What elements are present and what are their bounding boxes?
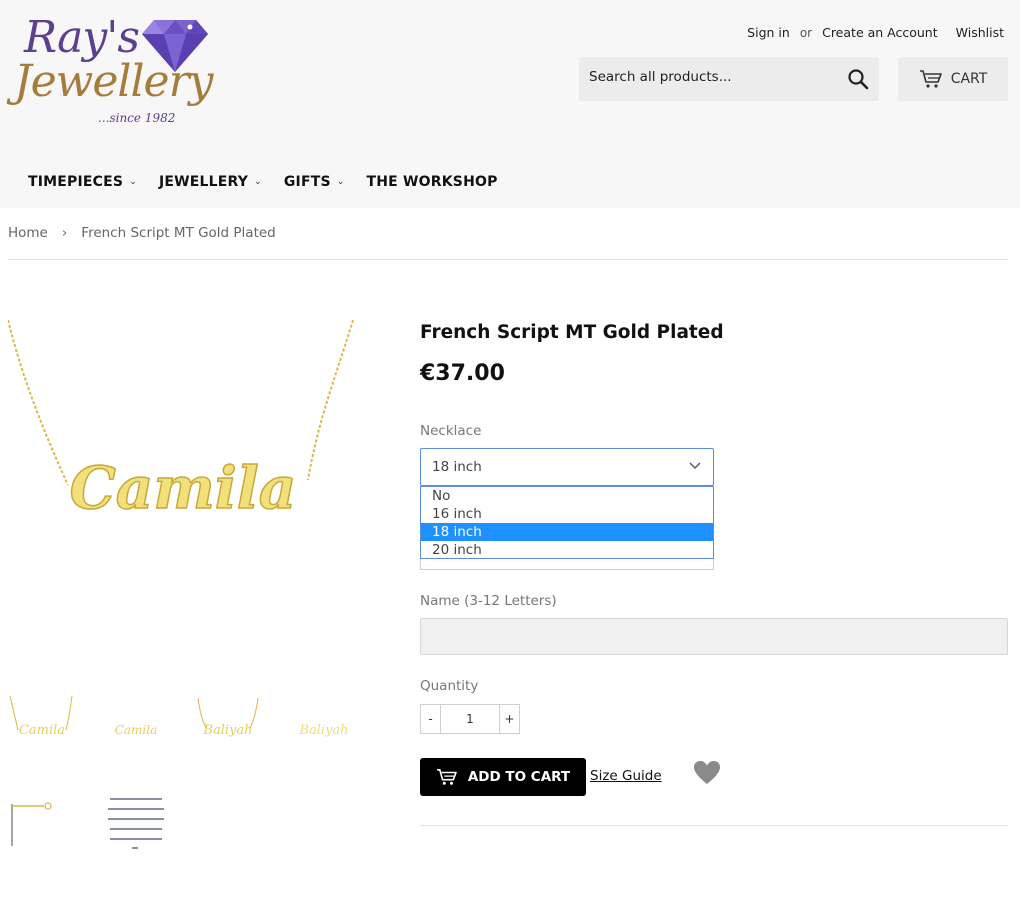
chevron-down-icon xyxy=(689,462,701,469)
size-guide-link[interactable]: Size Guide xyxy=(590,768,662,784)
product-thumbnail[interactable]: Baliyah xyxy=(290,692,358,752)
add-to-cart-button[interactable]: ADD TO CART xyxy=(420,758,586,796)
necklace-select[interactable]: 18 inch xyxy=(420,448,714,486)
quantity-decrease-button[interactable]: - xyxy=(421,705,441,733)
chevron-down-icon: ⌄ xyxy=(336,177,345,187)
product-title: French Script MT Gold Plated xyxy=(420,322,724,343)
search-icon[interactable] xyxy=(847,68,869,90)
name-label: Name (3-12 Letters) xyxy=(420,593,557,609)
cart-icon xyxy=(436,768,457,785)
or-text: or xyxy=(799,25,813,40)
product-main-image[interactable]: Camila xyxy=(8,320,358,580)
necklace-option[interactable]: 20 inch xyxy=(421,541,713,559)
account-links: Sign in or Create an Account Wishlist xyxy=(747,25,1004,40)
add-to-cart-label: ADD TO CART xyxy=(467,769,571,785)
necklace-dropdown-list: No 16 inch 18 inch 20 inch xyxy=(420,486,714,559)
product-price: €37.00 xyxy=(420,361,505,386)
necklace-label: Necklace xyxy=(420,423,482,439)
nav-label: THE WORKSHOP xyxy=(366,174,498,190)
name-input[interactable] xyxy=(420,618,1008,655)
logo[interactable]: Ray's Jewellery ...since 1982 xyxy=(14,10,214,132)
cart-icon xyxy=(919,70,942,88)
necklace-option[interactable]: No xyxy=(421,487,713,505)
breadcrumb-home[interactable]: Home xyxy=(8,225,48,241)
cart-button[interactable]: CART xyxy=(898,57,1008,101)
nav-item-jewellery[interactable]: JEWELLERY ⌄ xyxy=(159,174,262,190)
product-thumbnail[interactable]: Camila xyxy=(8,692,76,752)
main-image-nameplate: Camila xyxy=(70,454,297,522)
nav-item-timepieces[interactable]: TIMEPIECES ⌄ xyxy=(28,174,137,190)
divider xyxy=(8,259,1008,260)
quantity-increase-button[interactable]: + xyxy=(499,705,519,733)
divider xyxy=(420,825,1008,826)
thumbnail-nameplate: Baliyah xyxy=(202,723,252,738)
search-input[interactable]: Search all products... xyxy=(589,69,732,85)
main-nav: TIMEPIECES ⌄ JEWELLERY ⌄ GIFTS ⌄ THE WOR… xyxy=(28,174,520,190)
breadcrumb: Home › French Script MT Gold Plated xyxy=(8,225,276,241)
product-thumbnail[interactable]: Baliyah xyxy=(194,692,262,752)
quantity-stepper: - 1 + xyxy=(420,704,520,734)
font-sample-thumbnail[interactable] xyxy=(102,792,170,852)
breadcrumb-current: French Script MT Gold Plated xyxy=(81,225,276,241)
thumbnail-nameplate: Baliyah xyxy=(298,723,348,738)
nav-item-the-workshop[interactable]: THE WORKSHOP xyxy=(367,174,498,190)
chain-length-thumbnail[interactable] xyxy=(8,792,76,852)
necklace-option[interactable]: 16 inch xyxy=(421,505,713,523)
logo-since: ...since 1982 xyxy=(98,111,176,125)
nav-label: GIFTS xyxy=(283,174,331,190)
product-thumbnail[interactable]: Camila xyxy=(102,692,170,752)
breadcrumb-separator: › xyxy=(61,225,68,241)
nav-item-gifts[interactable]: GIFTS ⌄ xyxy=(284,174,345,190)
nav-label: TIMEPIECES xyxy=(28,174,124,190)
chevron-down-icon: ⌄ xyxy=(254,177,262,187)
necklace-option-selected[interactable]: 18 inch xyxy=(421,523,713,541)
create-account-link[interactable]: Create an Account xyxy=(822,25,938,40)
wishlist-link[interactable]: Wishlist xyxy=(956,25,1004,40)
chevron-down-icon: ⌄ xyxy=(129,177,137,187)
diamond-icon xyxy=(142,20,208,72)
search-bar[interactable]: Search all products... xyxy=(579,57,879,101)
site-header: Ray's Jewellery ...since 1982 Sign in or… xyxy=(0,0,1020,208)
quantity-input[interactable]: 1 xyxy=(441,705,499,733)
thumbnail-nameplate: Camila xyxy=(19,723,65,738)
thumbnail-nameplate: Camila xyxy=(115,723,158,737)
quantity-label: Quantity xyxy=(420,678,479,694)
nav-label: JEWELLERY xyxy=(158,174,249,190)
cart-label: CART xyxy=(950,71,988,87)
sign-in-link[interactable]: Sign in xyxy=(747,25,790,40)
heart-icon[interactable] xyxy=(693,760,721,786)
necklace-select-value: 18 inch xyxy=(432,459,482,475)
